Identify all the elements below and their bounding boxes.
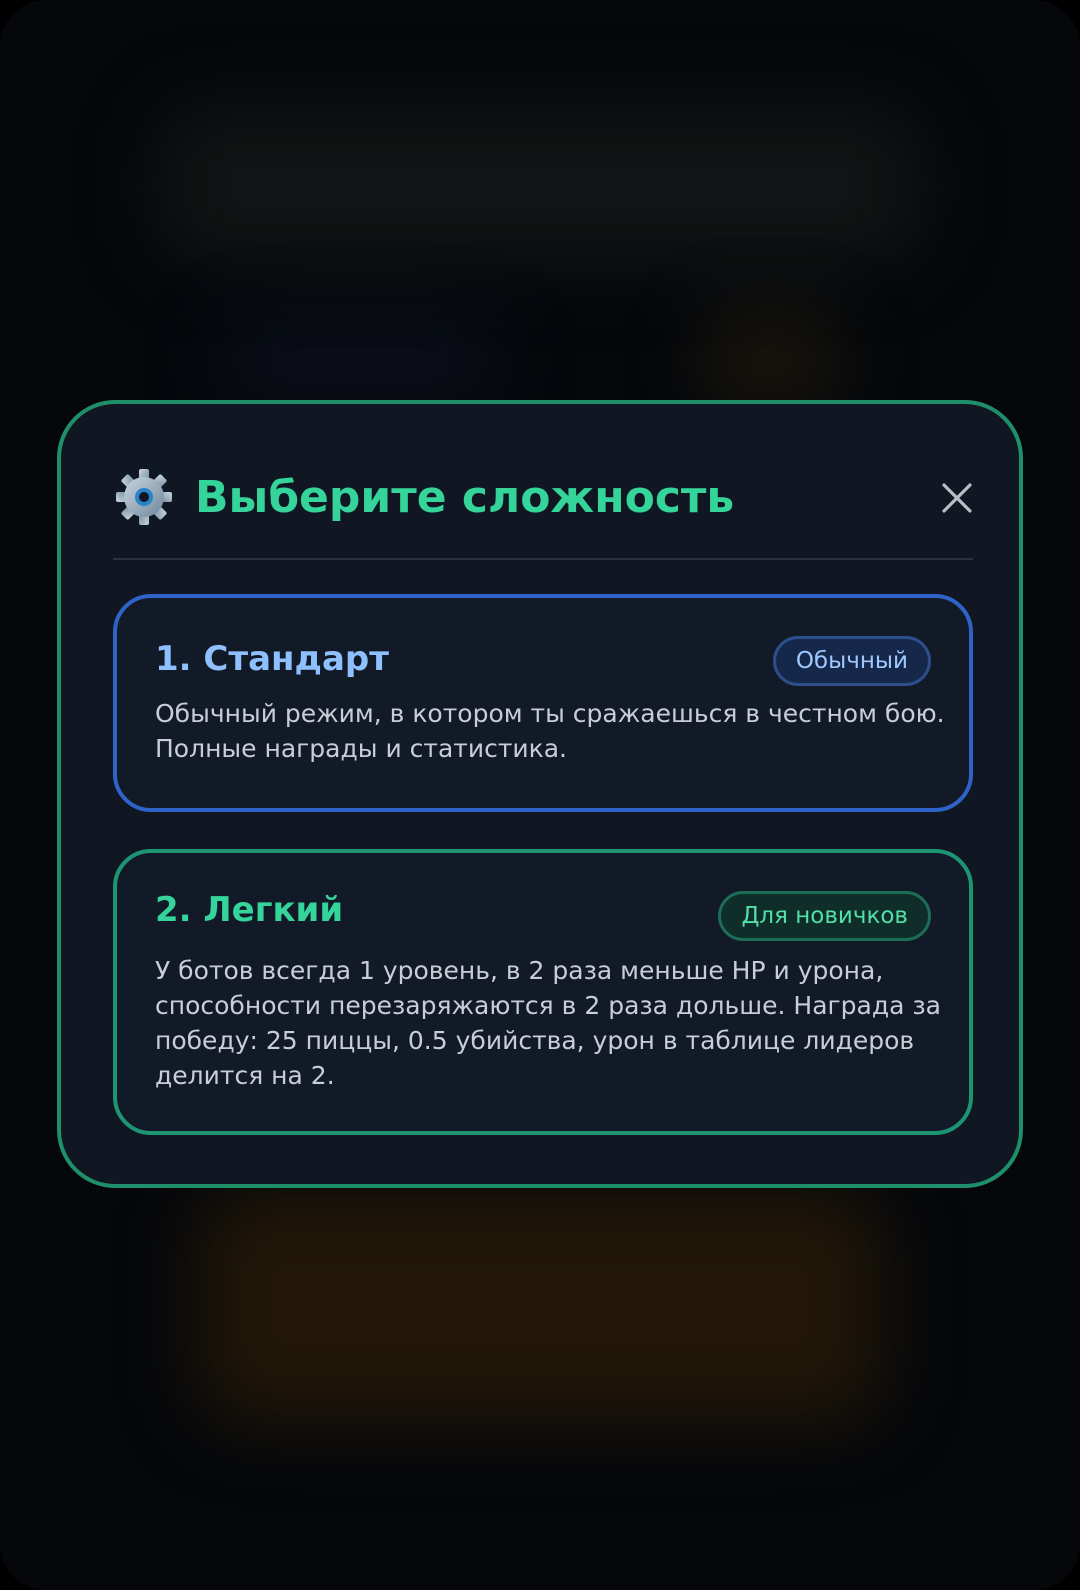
backdrop-blur <box>700 320 840 400</box>
backdrop-blur <box>220 330 500 390</box>
difficulty-dialog: Выберите сложность 1. Стандарт Обычный О… <box>57 400 1023 1188</box>
option-easy[interactable]: 2. Легкий Для новичков У ботов всегда 1 … <box>113 849 973 1135</box>
gear-icon <box>115 468 173 526</box>
option-title: 2. Легкий <box>155 890 344 930</box>
option-badge: Для новичков <box>718 891 931 941</box>
dialog-title: Выберите сложность <box>195 472 735 523</box>
option-title: 1. Стандарт <box>155 639 389 679</box>
option-description: Обычный режим, в котором ты сражаешься в… <box>155 699 945 763</box>
option-description: У ботов всегда 1 уровень, в 2 раза меньш… <box>155 956 941 1090</box>
backdrop-blur <box>200 1190 880 1420</box>
close-icon[interactable] <box>939 480 975 516</box>
option-badge: Обычный <box>772 636 931 686</box>
option-standard[interactable]: 1. Стандарт Обычный Обычный режим, в кот… <box>113 594 973 812</box>
screen: Выберите сложность 1. Стандарт Обычный О… <box>0 0 1080 1590</box>
backdrop-blur <box>160 110 920 260</box>
header-divider <box>113 558 973 560</box>
dialog-header: Выберите сложность <box>115 466 975 530</box>
